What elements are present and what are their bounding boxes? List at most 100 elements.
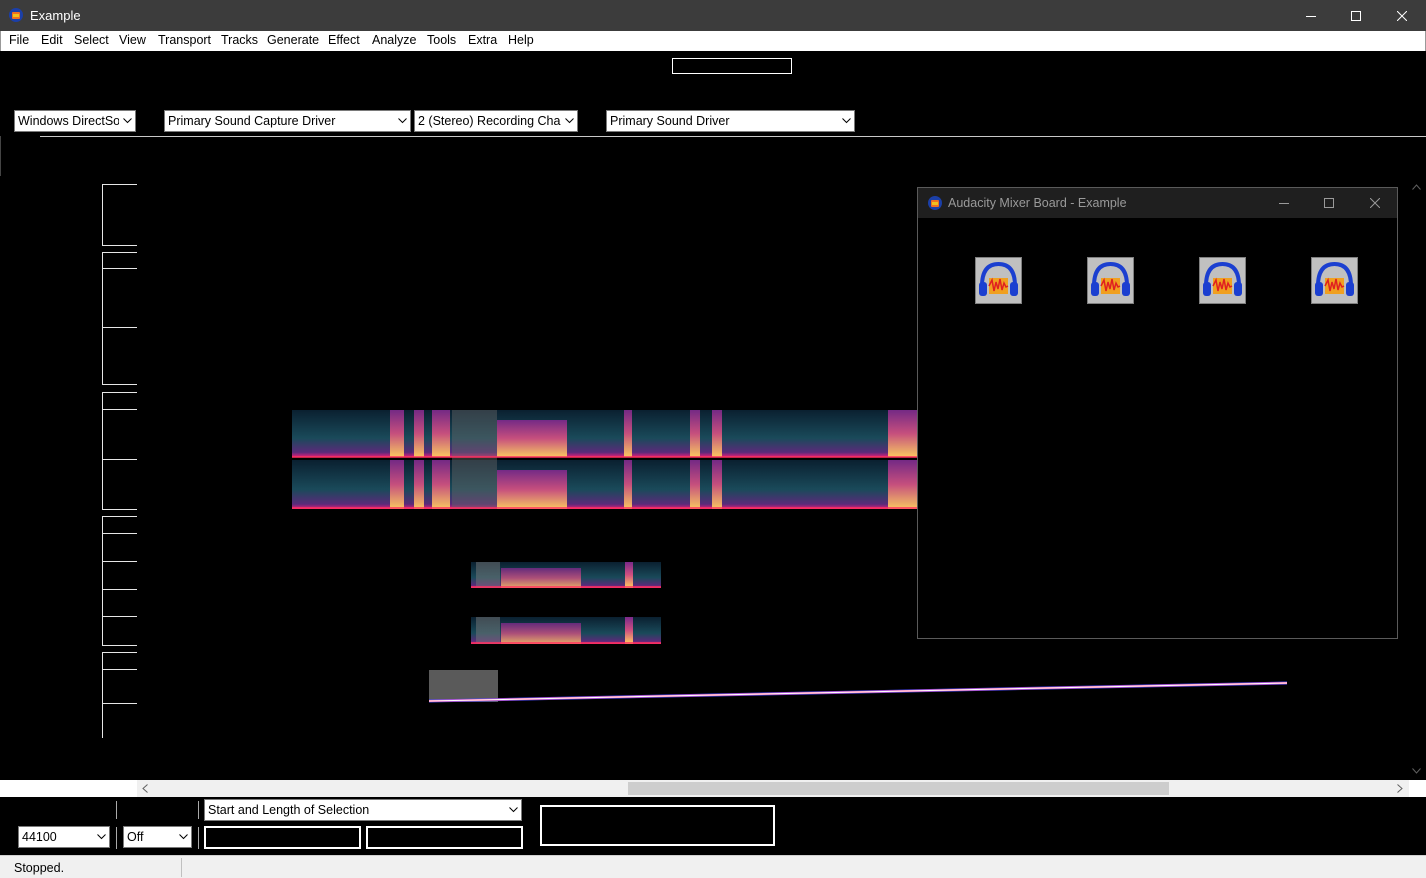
snap-to-value: Off bbox=[127, 830, 144, 844]
chevron-down-icon bbox=[394, 111, 410, 131]
audacity-app-icon bbox=[928, 196, 942, 210]
close-icon bbox=[1397, 10, 1407, 21]
mixer-track-4-icon[interactable] bbox=[1311, 257, 1358, 304]
minimize-icon bbox=[1306, 15, 1316, 17]
headphones-icon bbox=[1203, 261, 1242, 296]
selection-mode-dropdown[interactable]: Start and Length of Selection bbox=[204, 799, 522, 821]
menu-tracks[interactable]: Tracks bbox=[221, 33, 258, 47]
status-bar: Stopped. bbox=[0, 855, 1426, 878]
envelope-track[interactable] bbox=[429, 670, 1289, 704]
track-panel-1[interactable] bbox=[102, 184, 137, 246]
toolbar-separator bbox=[116, 801, 117, 819]
track-divider bbox=[102, 533, 137, 534]
menu-extra[interactable]: Extra bbox=[468, 33, 497, 47]
recording-channels-dropdown[interactable]: 2 (Stereo) Recording Channels bbox=[414, 110, 578, 132]
menu-help[interactable]: Help bbox=[508, 33, 534, 47]
audacity-app-icon bbox=[9, 8, 23, 22]
chevron-down-icon bbox=[93, 827, 109, 847]
minimize-button[interactable] bbox=[1288, 0, 1334, 31]
mixer-board-title: Audacity Mixer Board - Example bbox=[948, 196, 1127, 210]
track-divider bbox=[102, 616, 137, 617]
scrollbar-corner bbox=[1409, 780, 1426, 797]
menu-bar: File Edit Select View Transport Tracks G… bbox=[0, 31, 1426, 51]
recording-channels-value: 2 (Stereo) Recording Channels bbox=[418, 114, 578, 128]
menu-view[interactable]: View bbox=[119, 33, 146, 47]
mixer-minimize-button[interactable] bbox=[1262, 188, 1306, 218]
status-text: Stopped. bbox=[14, 861, 65, 875]
selection-length-field[interactable] bbox=[366, 826, 523, 849]
menu-analyze[interactable]: Analyze bbox=[372, 33, 416, 47]
playback-device-dropdown[interactable]: Primary Sound Driver bbox=[606, 110, 855, 132]
time-display bbox=[672, 58, 792, 74]
spectrogram-track-main[interactable] bbox=[292, 410, 918, 509]
mixer-track-2-icon[interactable] bbox=[1087, 257, 1134, 304]
maximize-icon bbox=[1351, 10, 1361, 21]
headphones-icon bbox=[1091, 261, 1130, 296]
menu-file[interactable]: File bbox=[9, 33, 29, 47]
mixer-close-button[interactable] bbox=[1353, 188, 1397, 218]
project-rate-value: 44100 bbox=[22, 830, 57, 844]
snap-to-dropdown[interactable]: Off bbox=[123, 826, 192, 848]
horizontal-scrollbar[interactable] bbox=[137, 780, 1409, 797]
project-rate-dropdown[interactable]: 44100 bbox=[18, 826, 110, 848]
spectrogram-clip-a[interactable] bbox=[471, 562, 661, 588]
horizontal-scroll-thumb[interactable] bbox=[628, 782, 1169, 795]
track-panel-2[interactable] bbox=[102, 252, 137, 385]
selection-mode-value: Start and Length of Selection bbox=[208, 803, 370, 817]
mixer-board-titlebar: Audacity Mixer Board - Example bbox=[918, 188, 1397, 218]
spectrogram-clip-b[interactable] bbox=[471, 617, 661, 644]
track-panel-5[interactable] bbox=[102, 652, 137, 738]
track-divider bbox=[102, 561, 137, 562]
scroll-up-icon[interactable] bbox=[1412, 184, 1421, 190]
audio-position-field[interactable] bbox=[540, 805, 775, 846]
toolbar-separator bbox=[198, 801, 199, 819]
menu-tools[interactable]: Tools bbox=[427, 33, 456, 47]
menu-generate[interactable]: Generate bbox=[267, 33, 319, 47]
menu-select[interactable]: Select bbox=[74, 33, 109, 47]
chevron-down-icon bbox=[175, 827, 191, 847]
close-button[interactable] bbox=[1379, 0, 1425, 31]
track-panel-4[interactable] bbox=[102, 516, 137, 646]
headphones-icon bbox=[979, 261, 1018, 296]
maximize-button[interactable] bbox=[1333, 0, 1379, 31]
title-bar: Example bbox=[0, 0, 1426, 31]
playback-device-value: Primary Sound Driver bbox=[610, 114, 730, 128]
scroll-down-icon[interactable] bbox=[1412, 768, 1421, 774]
scrollbar-left-spacer bbox=[0, 780, 137, 797]
audio-host-dropdown[interactable]: Windows DirectSound bbox=[14, 110, 136, 132]
chevron-down-icon bbox=[505, 800, 521, 820]
toolbar-left-edge bbox=[0, 136, 1, 176]
chevron-down-icon bbox=[561, 111, 577, 131]
menu-effect[interactable]: Effect bbox=[328, 33, 360, 47]
track-divider bbox=[102, 327, 137, 328]
track-divider bbox=[102, 703, 137, 704]
mixer-track-1-icon[interactable] bbox=[975, 257, 1022, 304]
minimize-icon bbox=[1279, 203, 1289, 204]
window-title: Example bbox=[30, 8, 81, 23]
menu-transport[interactable]: Transport bbox=[158, 33, 211, 47]
selection-toolbar: Start and Length of Selection 44100 Off bbox=[0, 797, 1426, 855]
toolbar-separator bbox=[198, 827, 199, 849]
track-divider bbox=[102, 409, 137, 410]
recording-device-dropdown[interactable]: Primary Sound Capture Driver bbox=[164, 110, 411, 132]
menu-edit[interactable]: Edit bbox=[41, 33, 63, 47]
headphones-icon bbox=[1315, 261, 1354, 296]
mixer-board-window: Audacity Mixer Board - Example bbox=[917, 187, 1398, 639]
mixer-maximize-button[interactable] bbox=[1307, 188, 1351, 218]
maximize-icon bbox=[1324, 198, 1334, 208]
close-icon bbox=[1370, 198, 1380, 208]
track-divider bbox=[102, 268, 137, 269]
track-divider bbox=[102, 669, 137, 670]
vertical-scrollbar[interactable] bbox=[1408, 180, 1425, 780]
track-divider bbox=[102, 459, 137, 460]
recording-device-value: Primary Sound Capture Driver bbox=[168, 114, 336, 128]
scroll-left-icon[interactable] bbox=[142, 784, 148, 793]
scroll-right-icon[interactable] bbox=[1397, 784, 1403, 793]
mixer-track-3-icon[interactable] bbox=[1199, 257, 1246, 304]
chevron-down-icon bbox=[119, 111, 135, 131]
selection-start-field[interactable] bbox=[204, 826, 361, 849]
track-divider bbox=[102, 589, 137, 590]
toolbar-divider bbox=[40, 136, 1426, 137]
toolbar-separator bbox=[116, 827, 117, 849]
chevron-down-icon bbox=[838, 111, 854, 131]
